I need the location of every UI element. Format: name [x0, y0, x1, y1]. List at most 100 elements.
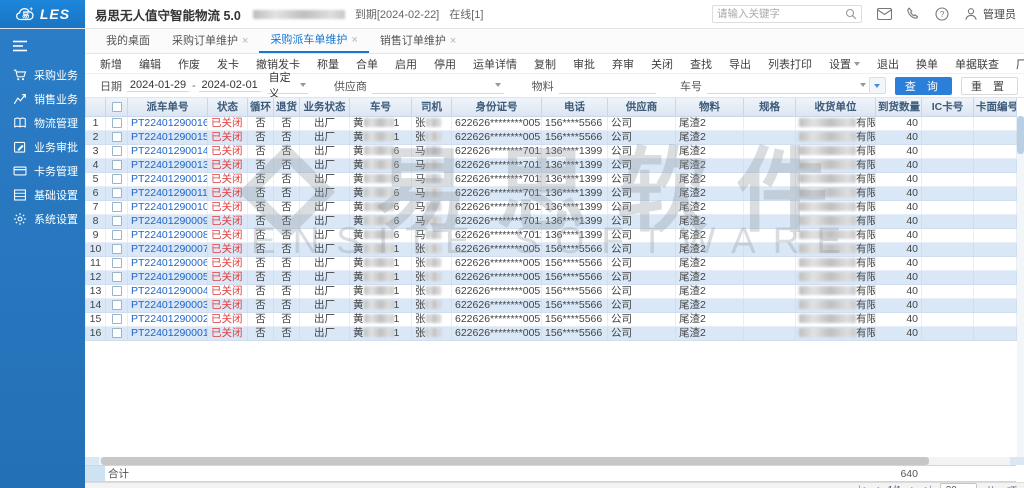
row-checkbox[interactable] — [112, 160, 122, 170]
toolbar-close-button[interactable]: 关闭 — [651, 56, 673, 72]
toolbar-doc-link-query-button[interactable]: 单据联查 — [955, 56, 999, 72]
table-row[interactable]: 6 PT22401290011已关闭否否出厂黄6马622626********7… — [86, 186, 1017, 200]
column-header-driver[interactable]: 司机 — [412, 98, 452, 116]
dispatch-order-link[interactable]: PT22401290005 — [131, 271, 208, 283]
vertical-scrollbar-thumb[interactable] — [1017, 116, 1024, 154]
table-row[interactable]: 11 PT22401290006已关闭否否出厂黄1张622626********… — [86, 256, 1017, 270]
date-from-input[interactable] — [127, 79, 189, 92]
table-row[interactable]: 5 PT22401290012已关闭否否出厂黄6马622626********7… — [86, 172, 1017, 186]
toolbar-add-button[interactable]: 新增 — [100, 56, 122, 72]
row-checkbox[interactable] — [112, 272, 122, 282]
close-icon[interactable]: × — [351, 35, 357, 46]
row-checkbox[interactable] — [112, 328, 122, 338]
dispatch-order-link[interactable]: PT22401290016 — [131, 117, 208, 129]
toolbar-weigh-button[interactable]: 称量 — [317, 56, 339, 72]
tab-purchase-order[interactable]: 采购订单维护 × — [161, 29, 259, 53]
table-row[interactable]: 1 PT22401290016已关闭否否出厂黄1张622626********0… — [86, 116, 1017, 130]
dispatch-order-link[interactable]: PT22401290014 — [131, 145, 208, 157]
row-checkbox[interactable] — [112, 118, 122, 128]
row-checkbox[interactable] — [112, 132, 122, 142]
material-input[interactable] — [559, 77, 656, 94]
sidebar-item-card[interactable]: 卡务管理 — [0, 159, 85, 183]
column-header-spec[interactable]: 规格 — [744, 98, 796, 116]
dispatch-order-link[interactable]: PT22401290008 — [131, 229, 208, 241]
toolbar-exit-button[interactable]: 退出 — [877, 56, 899, 72]
row-checkbox[interactable] — [112, 188, 122, 198]
table-row[interactable]: 16 PT22401290001已关闭否否出厂黄1张622626********… — [86, 326, 1017, 340]
column-header-ret[interactable]: 退货 — [274, 98, 300, 116]
dispatch-order-link[interactable]: PT22401290011 — [131, 187, 208, 199]
column-header-cycle[interactable]: 循环 — [248, 98, 274, 116]
dispatch-order-link[interactable]: PT22401290002 — [131, 313, 208, 325]
date-to-input[interactable] — [199, 79, 261, 92]
row-checkbox[interactable] — [112, 174, 122, 184]
table-row[interactable]: 13 PT22401290004已关闭否否出厂黄1张622626********… — [86, 284, 1017, 298]
column-header-material[interactable]: 物料 — [676, 98, 744, 116]
column-header-supplier[interactable]: 供应商 — [608, 98, 676, 116]
dispatch-order-link[interactable]: PT22401290001 — [131, 327, 208, 339]
row-checkbox[interactable] — [112, 314, 122, 324]
sidebar-item-system[interactable]: 系统设置 — [0, 207, 85, 231]
supplier-select[interactable] — [372, 77, 504, 94]
tab-my-desktop[interactable]: 我的桌面 — [95, 29, 161, 53]
table-row[interactable]: 12 PT22401290005已关闭否否出厂黄1张622626********… — [86, 270, 1017, 284]
toolbar-issue-card-button[interactable]: 发卡 — [217, 56, 239, 72]
current-user[interactable]: 管理员 — [983, 6, 1016, 22]
scrollbar-left-end[interactable] — [85, 457, 99, 465]
tab-purchase-dispatch[interactable]: 采购派车单维护 × — [259, 29, 368, 53]
reset-button[interactable]: 重 置 — [961, 77, 1018, 95]
toolbar-copy-button[interactable]: 复制 — [534, 56, 556, 72]
toolbar-approve-button[interactable]: 审批 — [573, 56, 595, 72]
row-checkbox[interactable] — [112, 244, 122, 254]
date-mode-select[interactable]: 自定义 — [267, 77, 308, 94]
toolbar-waybill-detail-button[interactable]: 运单详情 — [473, 56, 517, 72]
user-icon[interactable] — [963, 6, 979, 22]
column-header-order[interactable]: 派车单号 — [128, 98, 208, 116]
message-icon[interactable] — [876, 6, 892, 22]
global-search[interactable] — [712, 5, 862, 23]
dispatch-order-link[interactable]: PT22401290010 — [131, 201, 208, 213]
dispatch-order-link[interactable]: PT22401290009 — [131, 215, 208, 227]
table-row[interactable]: 3 PT22401290014已关闭否否出厂黄6马622626********7… — [86, 144, 1017, 158]
dispatch-order-link[interactable]: PT22401290004 — [131, 285, 208, 297]
toolbar-enable-button[interactable]: 启用 — [395, 56, 417, 72]
toolbar-settings-button[interactable]: 设置 — [829, 56, 860, 72]
dispatch-order-link[interactable]: PT22401290006 — [131, 257, 208, 269]
row-checkbox[interactable] — [112, 286, 122, 296]
table-row[interactable]: 9 PT22401290008已关闭否否出厂黄6马622626********7… — [86, 228, 1017, 242]
column-header-biz[interactable]: 业务状态 — [300, 98, 350, 116]
dispatch-order-link[interactable]: PT22401290003 — [131, 299, 208, 311]
column-header-ic[interactable]: IC卡号 — [922, 98, 974, 116]
table-row[interactable]: 10 PT22401290007已关闭否否出厂黄1张622626********… — [86, 242, 1017, 256]
table-row[interactable]: 7 PT22401290010已关闭否否出厂黄6马622626********7… — [86, 200, 1017, 214]
toolbar-find-button[interactable]: 查找 — [690, 56, 712, 72]
sidebar-item-sales[interactable]: 销售业务 — [0, 87, 85, 111]
row-checkbox[interactable] — [112, 216, 122, 226]
toolbar-unapprove-button[interactable]: 弃审 — [612, 56, 634, 72]
scrollbar-right-end[interactable] — [1010, 457, 1024, 465]
column-header-vehicle[interactable]: 车号 — [350, 98, 412, 116]
dispatch-order-link[interactable]: PT22401290015 — [131, 131, 208, 143]
vehicle-select[interactable] — [707, 77, 869, 94]
expand-filters-button[interactable] — [869, 77, 886, 94]
menu-toggle-icon[interactable] — [0, 34, 85, 63]
row-checkbox[interactable] — [112, 202, 122, 212]
dispatch-order-link[interactable]: PT22401290013 — [131, 159, 208, 171]
sidebar-item-approval[interactable]: 业务审批 — [0, 135, 85, 159]
column-header-receiver[interactable]: 收货单位 — [796, 98, 876, 116]
row-checkbox[interactable] — [112, 258, 122, 268]
dispatch-order-link[interactable]: PT22401290007 — [131, 243, 208, 255]
horizontal-scrollbar-thumb[interactable] — [101, 457, 929, 465]
horizontal-scrollbar[interactable] — [85, 457, 1024, 465]
column-header-idnum[interactable]: 身份证号 — [452, 98, 542, 116]
table-row[interactable]: 2 PT22401290015已关闭否否出厂黄1张622626********0… — [86, 130, 1017, 144]
row-checkbox[interactable] — [112, 230, 122, 240]
row-checkbox[interactable] — [112, 146, 122, 156]
column-header-phone[interactable]: 电话 — [542, 98, 608, 116]
search-input[interactable] — [717, 8, 845, 20]
toolbar-export-button[interactable]: 导出 — [729, 56, 751, 72]
phone-icon[interactable] — [905, 6, 921, 22]
page-size-select[interactable]: 30 — [940, 483, 977, 488]
help-icon[interactable]: ? — [934, 6, 950, 22]
vertical-scrollbar[interactable] — [1017, 116, 1024, 457]
